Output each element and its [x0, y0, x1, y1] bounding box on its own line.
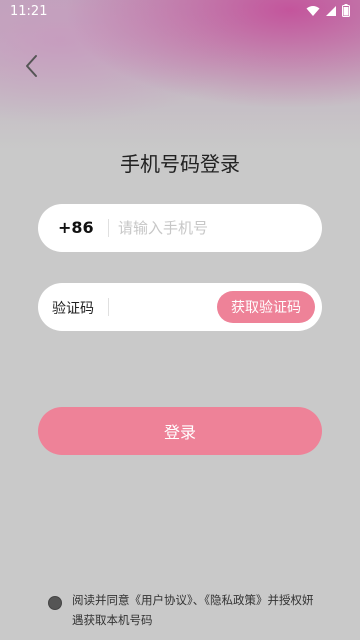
status-bar: 11:21: [0, 0, 360, 24]
phone-input[interactable]: [118, 212, 308, 244]
privacy-policy-link[interactable]: 《隐私政策》: [204, 593, 267, 607]
wifi-icon: [306, 5, 320, 16]
status-time: 11:21: [10, 4, 48, 19]
verification-code-field: 验证码 获取验证码: [38, 283, 322, 331]
page-title: 手机号码登录: [120, 152, 240, 176]
phone-divider: [108, 219, 109, 237]
login-button[interactable]: 登录: [38, 407, 322, 455]
get-code-button[interactable]: 获取验证码: [217, 291, 315, 323]
country-code-prefix[interactable]: +86: [58, 218, 94, 237]
status-icons: [306, 4, 350, 17]
agreement-text: 阅读并同意《用户协议》、《隐私政策》并授权妍遇获取本机号码: [72, 590, 322, 630]
agreement-separator: 、: [192, 593, 205, 607]
back-button[interactable]: [18, 52, 46, 80]
agreement-prefix: 阅读并同意: [72, 593, 130, 607]
code-input[interactable]: [114, 291, 214, 323]
code-divider: [108, 298, 109, 316]
battery-icon: [342, 4, 350, 17]
phone-field: +86: [38, 204, 322, 252]
chevron-left-icon: [26, 55, 37, 77]
user-agreement-link[interactable]: 《用户协议》: [130, 593, 193, 607]
code-label: 验证码: [52, 301, 94, 317]
agree-checkbox[interactable]: [48, 596, 62, 610]
signal-icon: [326, 5, 336, 16]
